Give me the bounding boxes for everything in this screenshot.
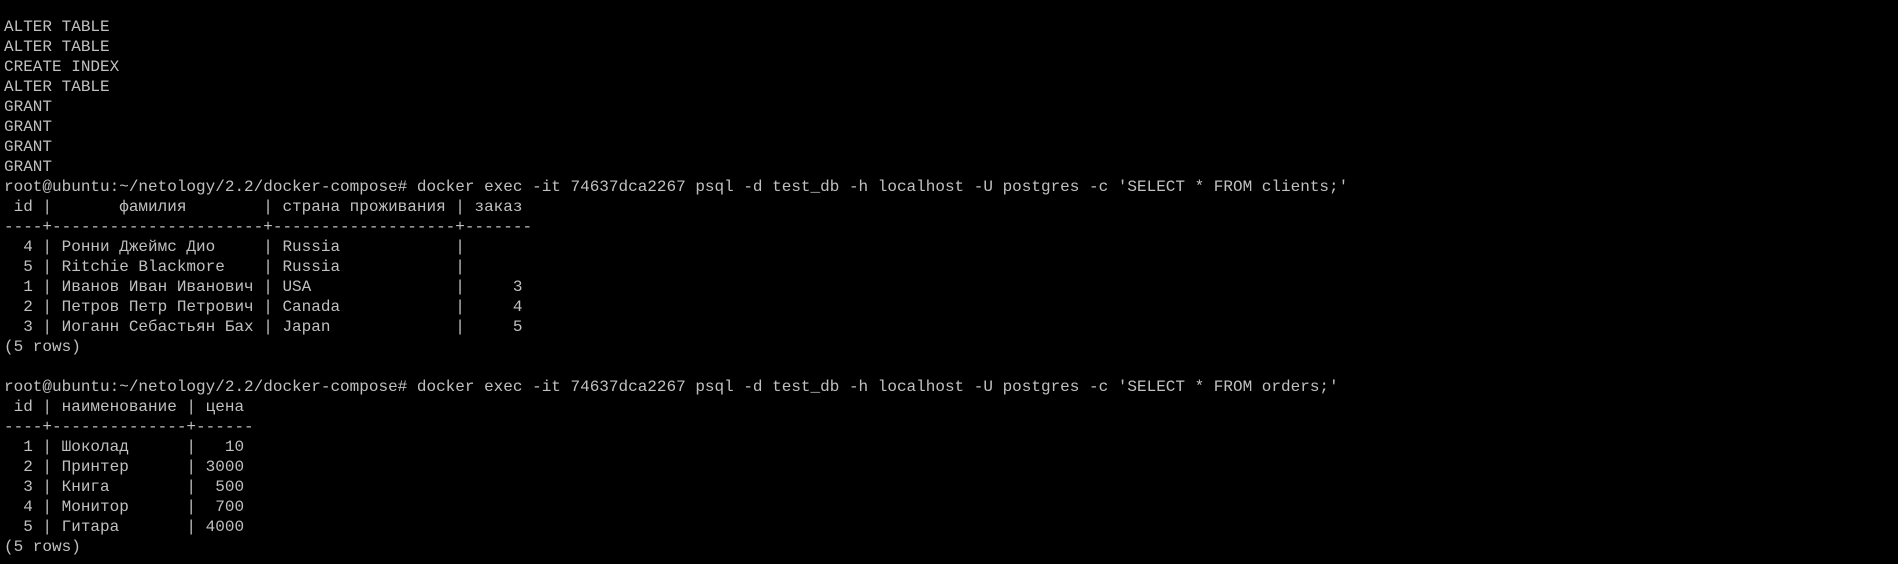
table-header: id | фамилия | страна проживания | заказ bbox=[4, 198, 523, 216]
table-separator: ----+--------------+------ bbox=[4, 418, 254, 436]
terminal-line: ALTER TABLE bbox=[4, 78, 110, 96]
table-row: 4 | Монитор | 700 bbox=[4, 498, 245, 516]
terminal-line: GRANT bbox=[4, 158, 53, 176]
table-header: id | наименование | цена bbox=[4, 398, 245, 416]
terminal-window[interactable]: ALTER TABLE ALTER TABLE CREATE INDEX ALT… bbox=[0, 0, 1898, 564]
row-count: (5 rows) bbox=[4, 538, 81, 556]
table-row: 5 | Гитара | 4000 bbox=[4, 518, 245, 536]
terminal-line: ALTER TABLE bbox=[4, 18, 110, 36]
shell-command-line: root@ubuntu:~/netology/2.2/docker-compos… bbox=[4, 178, 1349, 196]
shell-command-line: root@ubuntu:~/netology/2.2/docker-compos… bbox=[4, 378, 1339, 396]
terminal-line: GRANT bbox=[4, 138, 53, 156]
terminal-line: CREATE INDEX bbox=[4, 58, 120, 76]
terminal-line: GRANT bbox=[4, 98, 53, 116]
row-count: (5 rows) bbox=[4, 338, 81, 356]
table-row: 5 | Ritchie Blackmore | Russia | bbox=[4, 258, 465, 276]
table-row: 3 | Иоганн Себастьян Бах | Japan | 5 bbox=[4, 318, 523, 336]
terminal-line: GRANT bbox=[4, 118, 53, 136]
table-row: 1 | Шоколад | 10 bbox=[4, 438, 245, 456]
terminal-line: ALTER TABLE bbox=[4, 38, 110, 56]
table-separator: ----+----------------------+------------… bbox=[4, 218, 533, 236]
table-row: 2 | Петров Петр Петрович | Canada | 4 bbox=[4, 298, 523, 316]
table-row: 3 | Книга | 500 bbox=[4, 478, 245, 496]
table-row: 4 | Ронни Джеймс Дио | Russia | bbox=[4, 238, 465, 256]
table-row: 1 | Иванов Иван Иванович | USA | 3 bbox=[4, 278, 523, 296]
table-row: 2 | Принтер | 3000 bbox=[4, 458, 245, 476]
